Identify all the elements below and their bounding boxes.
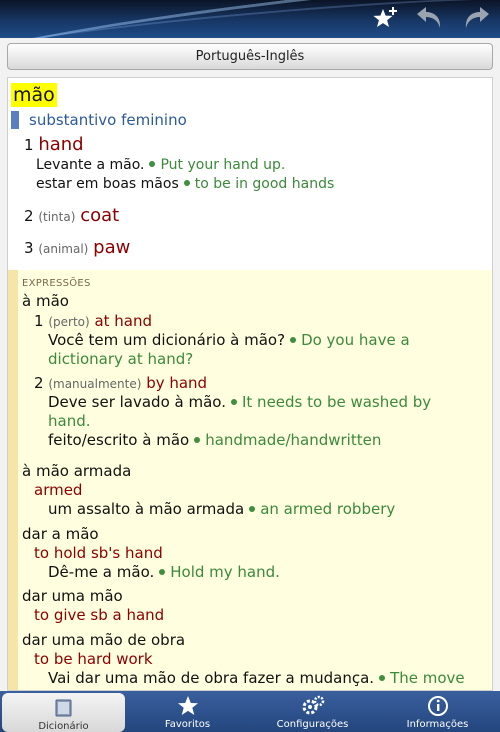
- example-target: to be in good hands: [194, 176, 335, 192]
- phrase: à mão: [22, 292, 69, 310]
- sense-gloss: (animal): [38, 242, 89, 256]
- sense-gloss: (tinta): [38, 210, 76, 224]
- example-source: um assalto à mão armada: [48, 500, 245, 518]
- phrase: dar a mão: [22, 525, 99, 543]
- sense-gloss: (manualmente): [48, 377, 142, 391]
- sense-number: 1: [24, 136, 34, 154]
- sense-1: 1 hand: [24, 135, 84, 155]
- example-target: It needs to be washed by: [241, 393, 432, 411]
- top-toolbar: [0, 0, 500, 38]
- example: Deve ser lavado à mão. It needs to be was…: [48, 393, 431, 412]
- star-add-icon[interactable]: [370, 4, 400, 34]
- sense-gloss: (perto): [48, 315, 90, 329]
- tab-label: Dicionário: [38, 721, 89, 732]
- dictionary-entry: mão substantivo feminino 1 hand Levante …: [7, 77, 493, 691]
- example-target: Do you have a: [301, 331, 410, 349]
- sense-number: 1: [34, 312, 44, 330]
- translation[interactable]: to hold sb's hand: [34, 544, 163, 563]
- gears-icon: [250, 695, 375, 717]
- translation[interactable]: armed: [34, 481, 82, 500]
- headword: mão: [11, 83, 57, 107]
- example: feito/escrito à mão handmade/handwritten: [48, 431, 381, 450]
- bullet-icon: [249, 506, 256, 512]
- example-source: Dê-me a mão.: [48, 563, 155, 581]
- back-arrow-icon[interactable]: [414, 4, 444, 34]
- bullet-icon: [149, 161, 156, 167]
- example: Dê-me a mão. Hold my hand.: [48, 563, 280, 582]
- tab-info[interactable]: Informações: [375, 691, 500, 732]
- bullet-icon: [159, 569, 166, 575]
- example-source: Você tem um dicionário à mão?: [48, 331, 286, 349]
- translation[interactable]: by hand: [146, 374, 207, 392]
- tab-dictionary[interactable]: Dicionário: [2, 693, 125, 732]
- example-target: Put your hand up.: [160, 157, 286, 173]
- book-icon: [2, 697, 125, 719]
- example-source: Levante a mão.: [36, 157, 145, 173]
- sense-number: 2: [34, 374, 44, 392]
- translation[interactable]: to be hard work: [34, 650, 153, 669]
- expressions-label: EXPRESSÕES: [22, 278, 91, 289]
- example-source: Vai dar uma mão de obra fazer a mudança.: [48, 669, 375, 687]
- translation[interactable]: to give sb a hand: [34, 606, 164, 625]
- sense-number: 3: [24, 239, 34, 257]
- example-source: feito/escrito à mão: [48, 431, 190, 449]
- bullet-icon: [183, 180, 190, 186]
- example-target-cont: dictionary at hand?: [48, 350, 194, 368]
- example-target: handmade/handwritten: [205, 431, 382, 449]
- bullet-icon: [194, 437, 201, 443]
- part-of-speech: substantivo feminino: [11, 111, 187, 129]
- example: Levante a mão. Put your hand up.: [36, 156, 285, 175]
- phrase-sense: 2 (manualmente) by hand: [34, 374, 207, 394]
- phrase-sense: 1 (perto) at hand: [34, 312, 152, 332]
- bullet-icon: [230, 399, 237, 405]
- example-target-cont: hand.: [48, 412, 91, 430]
- tab-bar: Dicionário Favoritos Configurações Infor…: [0, 691, 500, 732]
- tab-favorites[interactable]: Favoritos: [125, 691, 250, 732]
- translation[interactable]: coat: [80, 205, 119, 226]
- sense-3: 3 (animal) paw: [24, 238, 130, 259]
- language-pair-selector[interactable]: Português-Inglês: [7, 43, 493, 70]
- phrase: à mão armada: [22, 462, 132, 480]
- phrase: dar uma mão de obra: [22, 631, 186, 649]
- expressions-section: EXPRESSÕES à mão 1 (perto) at hand Você …: [8, 270, 492, 690]
- sense-number: 2: [24, 207, 34, 225]
- info-icon: [375, 695, 500, 717]
- example: estar em boas mãos to be in good hands: [36, 175, 334, 194]
- example-target: The move: [390, 669, 465, 687]
- example-source: estar em boas mãos: [36, 176, 179, 192]
- forward-arrow-icon[interactable]: [462, 4, 492, 34]
- example-target: an armed robbery: [260, 500, 396, 518]
- example: Vai dar uma mão de obra fazer a mudança.…: [48, 669, 465, 688]
- tab-label: Informações: [406, 719, 469, 730]
- example-source: Deve ser lavado à mão.: [48, 393, 226, 411]
- translation[interactable]: at hand: [94, 312, 152, 330]
- tab-label: Configurações: [276, 719, 349, 730]
- bullet-icon: [379, 675, 386, 681]
- tab-settings[interactable]: Configurações: [250, 691, 375, 732]
- phrase: dar uma mão: [22, 587, 123, 605]
- translation[interactable]: paw: [93, 237, 130, 258]
- bullet-icon: [290, 337, 297, 343]
- example: um assalto à mão armada an armed robbery: [48, 500, 395, 519]
- tab-label: Favoritos: [164, 719, 211, 730]
- translation[interactable]: hand: [38, 134, 83, 155]
- star-icon: [125, 695, 250, 717]
- example-target: Hold my hand.: [170, 563, 280, 581]
- sense-2: 2 (tinta) coat: [24, 206, 119, 227]
- example: Você tem um dicionário à mão? Do you have…: [48, 331, 410, 350]
